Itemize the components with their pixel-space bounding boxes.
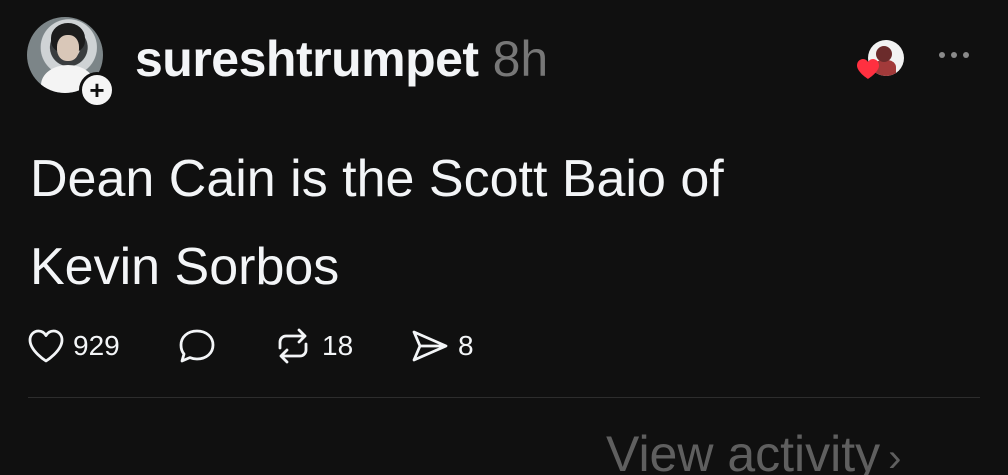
author-username[interactable]: sureshtrumpet bbox=[135, 30, 479, 88]
post-body-text: Dean Cain is the Scott Baio of Kevin Sor… bbox=[30, 135, 930, 311]
thread-post: + sureshtrumpet 8h Dean Cain is the Scot… bbox=[0, 0, 1008, 475]
heart-icon bbox=[28, 329, 64, 363]
more-dot-icon bbox=[951, 52, 957, 58]
author-avatar-container[interactable]: + bbox=[27, 17, 115, 108]
reply-button[interactable] bbox=[177, 327, 272, 365]
share-count: 8 bbox=[458, 330, 474, 361]
comment-bubble-icon bbox=[179, 329, 215, 363]
avatar-face bbox=[57, 35, 79, 61]
follow-plus-button[interactable]: + bbox=[79, 72, 115, 108]
post-timestamp: 8h bbox=[492, 31, 549, 87]
post-text-line-2: Kevin Sorbos bbox=[30, 238, 340, 296]
like-count: 929 bbox=[73, 330, 120, 361]
view-activity-label: View activity bbox=[606, 426, 881, 475]
post-header: sureshtrumpet 8h bbox=[135, 30, 548, 88]
divider bbox=[28, 397, 980, 398]
liked-heart-icon bbox=[857, 59, 879, 79]
send-icon bbox=[412, 330, 448, 362]
view-activity-link[interactable]: View activity › bbox=[606, 425, 902, 475]
share-button[interactable]: 8 bbox=[410, 328, 474, 364]
repost-icon bbox=[278, 328, 308, 364]
repost-button[interactable]: 18 bbox=[272, 328, 410, 364]
chevron-right-icon: › bbox=[888, 436, 902, 475]
more-options-button[interactable] bbox=[933, 40, 975, 70]
like-button[interactable]: 929 bbox=[27, 328, 177, 364]
more-dot-icon bbox=[939, 52, 945, 58]
more-dot-icon bbox=[963, 52, 969, 58]
post-text-line-1: Dean Cain is the Scott Baio of bbox=[30, 150, 724, 208]
post-actions-bar: 929 18 8 bbox=[27, 326, 474, 366]
repost-count: 18 bbox=[322, 330, 354, 361]
